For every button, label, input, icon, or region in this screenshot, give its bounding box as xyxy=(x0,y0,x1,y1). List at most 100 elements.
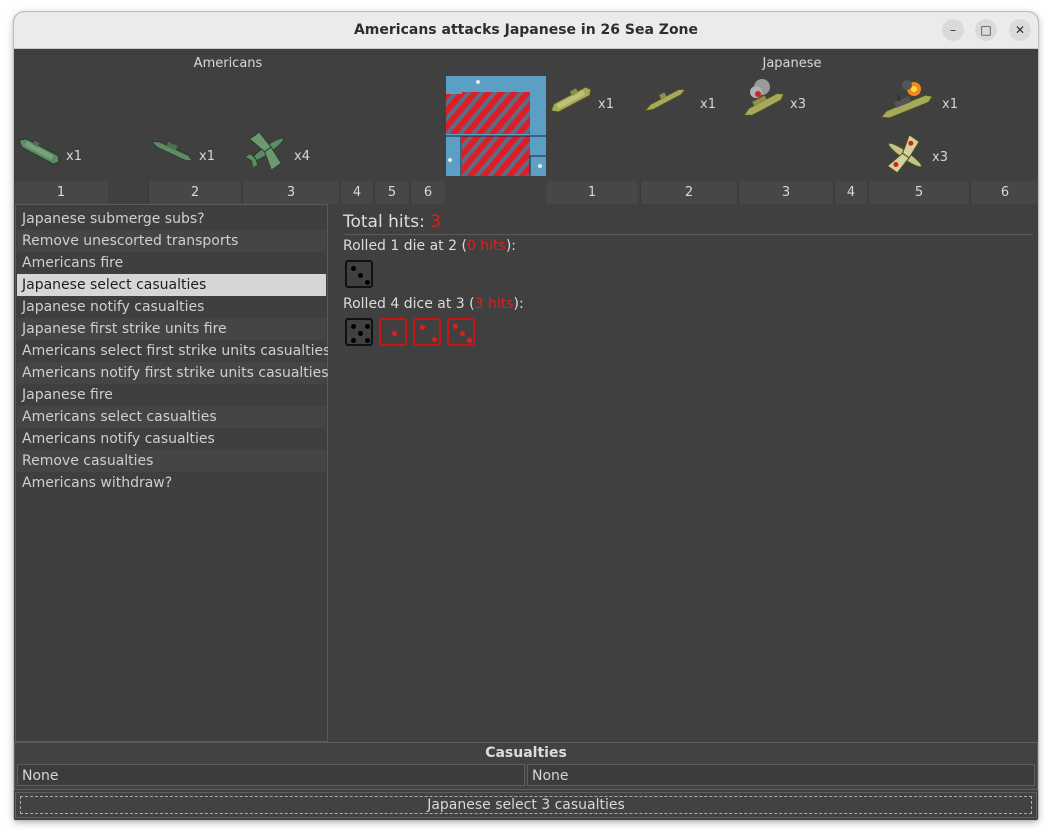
sea-zone-terrain-icon xyxy=(446,76,546,176)
defender-column-5: 5 xyxy=(868,181,969,204)
roll-hits: 0 hits xyxy=(466,238,506,254)
defender-unit-transport: x1 xyxy=(546,77,626,123)
total-hits-value: 3 xyxy=(430,212,442,232)
close-icon: ✕ xyxy=(1014,23,1026,37)
step-item[interactable]: Remove casualties xyxy=(17,450,326,472)
attacker-column-1: 1 xyxy=(14,181,108,204)
step-item-selected[interactable]: Japanese select casualties xyxy=(17,274,326,296)
defender-column-1: 1 xyxy=(546,181,638,204)
roll-prefix: Rolled 1 die at 2 ( xyxy=(343,238,467,254)
maximize-button[interactable]: □ xyxy=(975,19,997,41)
die-pip xyxy=(365,280,370,285)
die-pip xyxy=(420,325,425,330)
die-pip xyxy=(467,338,472,343)
attacker-units-panel: Americans x1 x1 x4 xyxy=(14,49,442,181)
die-pip xyxy=(351,324,356,329)
total-hits-label: Total hits: xyxy=(343,212,431,232)
attacker-unit-count: x4 xyxy=(294,149,310,164)
title-bar: Americans attacks Japanese in 26 Sea Zon… xyxy=(14,12,1038,49)
step-item[interactable]: Japanese notify casualties xyxy=(17,296,326,318)
close-button[interactable]: ✕ xyxy=(1009,19,1031,41)
defender-unit-count: x1 xyxy=(598,97,614,112)
total-hits: Total hits: 3 xyxy=(343,212,441,232)
defender-unit-damaged-ship: x3 xyxy=(738,77,818,123)
defender-label: Japanese xyxy=(762,56,822,71)
roll-line-2: Rolled 4 dice at 3 (3 hits): xyxy=(343,296,524,312)
die-pip xyxy=(358,273,363,278)
step-item[interactable]: Americans fire xyxy=(17,252,326,274)
attacker-label: Americans xyxy=(193,56,263,71)
burning-battleship-icon xyxy=(879,80,934,119)
die-hit xyxy=(379,318,407,346)
step-item[interactable]: Americans notify casualties xyxy=(17,428,326,450)
roll-suffix: ): xyxy=(505,238,517,254)
casualties-title: Casualties xyxy=(485,745,567,761)
results-divider xyxy=(343,234,1033,235)
defender-unit-count: x1 xyxy=(700,97,716,112)
die-miss xyxy=(345,260,373,288)
dice-row xyxy=(345,318,645,348)
window-title: Americans attacks Japanese in 26 Sea Zon… xyxy=(353,22,699,38)
attacker-unit-battleship: x1 xyxy=(147,129,227,173)
battle-steps-list: Japanese submerge subs? Remove unescorte… xyxy=(15,204,330,742)
defender-unit-count: x3 xyxy=(932,150,948,165)
die-pip xyxy=(460,331,465,336)
transport-ship-icon xyxy=(17,137,61,166)
defender-column-2: 2 xyxy=(640,181,737,204)
defender-units-panel: Japanese x1 x1 x3 x1 x3 xyxy=(546,49,1038,181)
die-hit xyxy=(447,318,475,346)
battleship-icon xyxy=(149,140,195,162)
roll-prefix: Rolled 4 dice at 3 ( xyxy=(343,296,475,312)
attacker-column-5: 5 xyxy=(374,181,409,204)
casualties-panel: Casualties None None xyxy=(14,742,1038,790)
step-item[interactable]: Remove unescorted transports xyxy=(17,230,326,252)
defender-unit-submarine: x1 xyxy=(640,77,720,123)
defender-casualties: None xyxy=(527,764,1035,786)
dice-row xyxy=(345,260,645,290)
transport-ship-icon xyxy=(549,85,593,114)
attacker-column-3: 3 xyxy=(242,181,339,204)
dice-results-panel: Total hits: 3 Rolled 1 die at 2 (0 hits)… xyxy=(328,204,1036,740)
fighter-plane-icon xyxy=(886,134,923,174)
maximize-icon: □ xyxy=(980,23,992,37)
roll-suffix: ): xyxy=(513,296,524,312)
roll-line-1: Rolled 1 die at 2 (0 hits): xyxy=(343,238,516,254)
action-bar: Japanese select 3 casualties xyxy=(15,792,1037,818)
defender-column-3: 3 xyxy=(738,181,833,204)
select-casualties-button[interactable]: Japanese select 3 casualties xyxy=(20,796,1032,814)
step-item[interactable]: Japanese submerge subs? xyxy=(17,208,326,230)
die-hit xyxy=(413,318,441,346)
roll-hits: 3 hits xyxy=(474,296,514,312)
minimize-icon: – xyxy=(950,23,956,37)
die-pip xyxy=(351,338,356,343)
defender-column-6: 6 xyxy=(970,181,1038,204)
attacker-column-2: 2 xyxy=(148,181,241,204)
battle-window: Americans attacks Japanese in 26 Sea Zon… xyxy=(14,12,1038,820)
die-pip xyxy=(365,324,370,329)
defender-columns: 1 2 3 4 5 6 xyxy=(546,181,1038,204)
attacker-unit-fighter: x4 xyxy=(242,127,332,173)
defender-column-4: 4 xyxy=(834,181,867,204)
step-item[interactable]: Americans select first strike units casu… xyxy=(17,340,330,362)
minimize-button[interactable]: – xyxy=(942,19,964,41)
step-item[interactable]: Americans withdraw? xyxy=(17,472,326,494)
defender-unit-fighter: x3 xyxy=(880,131,970,179)
defender-unit-count: x3 xyxy=(790,97,806,112)
step-item[interactable]: Americans notify first strike units casu… xyxy=(17,362,329,384)
attacker-unit-count: x1 xyxy=(199,149,215,164)
defender-unit-burning-battleship: x1 xyxy=(876,77,966,123)
attacker-casualties: None xyxy=(17,764,525,786)
attacker-column-6: 6 xyxy=(410,181,445,204)
attacker-unit-count: x1 xyxy=(66,149,82,164)
step-item[interactable]: Japanese first strike units fire xyxy=(17,318,326,340)
die-pip xyxy=(432,337,437,342)
step-item[interactable]: Americans select casualties xyxy=(17,406,326,428)
fighter-plane-icon xyxy=(244,131,285,171)
step-item[interactable]: Japanese fire xyxy=(17,384,326,406)
die-pip xyxy=(365,338,370,343)
attacker-column-4: 4 xyxy=(340,181,373,204)
die-pip xyxy=(392,331,397,336)
attacker-unit-transport: x1 xyxy=(14,129,104,173)
die-pip xyxy=(351,266,356,271)
damaged-ship-icon xyxy=(742,79,786,117)
